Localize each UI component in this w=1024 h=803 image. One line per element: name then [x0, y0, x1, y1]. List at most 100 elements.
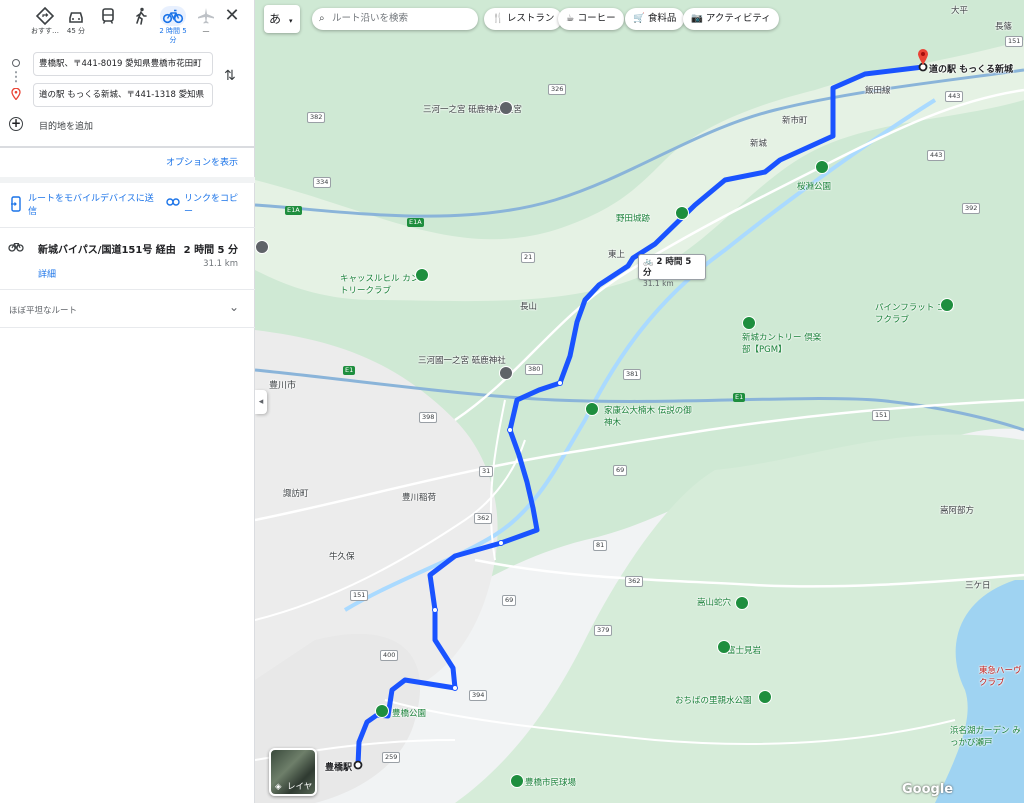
city-label[interactable]: 豊川市	[269, 378, 296, 391]
best-mode-button[interactable]: おすす…	[28, 6, 62, 36]
route-shield: 31	[479, 466, 494, 477]
place-label[interactable]: おちばの里親水公園	[675, 694, 752, 706]
place-label[interactable]: 新市町	[782, 114, 808, 126]
layers-icon: ◈	[275, 782, 282, 792]
place-label[interactable]: キャッスルヒル カントリークラブ	[340, 272, 420, 296]
transit-mode-button[interactable]	[91, 6, 125, 27]
golf-icon[interactable]	[415, 268, 429, 282]
place-label[interactable]: 浜名湖ガーデン みっかび瀬戸	[950, 724, 1022, 748]
shrine-icon[interactable]	[255, 240, 269, 254]
golf-icon[interactable]	[940, 298, 954, 312]
place-label[interactable]: 新城カントリー 倶楽部【PGM】	[742, 331, 822, 355]
expressway-shield: E1	[343, 366, 356, 375]
place-label[interactable]: 東上	[608, 248, 625, 260]
origin-marker-icon	[12, 59, 20, 67]
route-shield: 151	[872, 410, 891, 421]
park-icon[interactable]	[375, 704, 389, 718]
place-label[interactable]: 豊橋市民球場	[525, 776, 576, 788]
place-label[interactable]: 長山	[520, 300, 537, 312]
place-label[interactable]: 牛久保	[329, 550, 355, 562]
route-shield: 400	[380, 650, 399, 661]
place-label[interactable]: 東急ハーヴ クラブ	[979, 664, 1024, 688]
collapse-panel-button[interactable]: ◂	[255, 390, 267, 414]
route-shield: 69	[613, 465, 628, 476]
add-destination-label[interactable]: 目的地を追加	[39, 119, 93, 132]
place-label[interactable]: 家康公大楠木 伝説の御神木	[604, 404, 694, 428]
place-label[interactable]: 長篠	[995, 20, 1012, 32]
chip-activities[interactable]: 📷 アクティビティ	[683, 8, 779, 30]
place-label[interactable]: 桜淵公園	[797, 180, 831, 192]
search-icon: ⌕	[319, 13, 325, 24]
place-label[interactable]: 大平	[951, 4, 968, 16]
route-shield: 81	[593, 540, 608, 551]
route-details-link[interactable]: 詳細	[38, 267, 56, 280]
route-shield: 380	[525, 364, 544, 375]
tree-icon[interactable]	[585, 402, 599, 416]
cycling-mode-button[interactable]: 2 時間 5 分	[156, 6, 190, 45]
route-title[interactable]: 新城バイパス/国道151号 経由	[38, 241, 176, 256]
route-waypoint	[452, 685, 458, 691]
place-label[interactable]: 諏訪町	[283, 487, 309, 499]
park-icon[interactable]	[675, 206, 689, 220]
place-label[interactable]: 豊橋公園	[392, 707, 426, 719]
place-label[interactable]: 富士見岩	[727, 644, 761, 656]
close-icon[interactable]: ✕	[222, 6, 242, 26]
park-icon[interactable]	[735, 596, 749, 610]
shrine-icon[interactable]	[499, 101, 513, 115]
cart-icon: 🛒	[633, 13, 645, 24]
route-distance: 31.1 km	[203, 259, 238, 269]
place-label[interactable]: 三河國一之宮 砥鹿神社	[418, 354, 506, 366]
park-icon[interactable]	[758, 690, 772, 704]
stadium-icon[interactable]	[510, 774, 524, 788]
end-label[interactable]: 道の駅 もっくる新城	[929, 62, 1013, 75]
origin-input[interactable]: 豊橋駅、〒441-8019 愛知県豊橋市花田町	[33, 52, 213, 76]
swap-directions-icon[interactable]: ⇅	[224, 68, 240, 86]
park-icon[interactable]	[717, 640, 731, 654]
route-callout[interactable]: 🚲 2 時間 5 分 31.1 km	[638, 254, 706, 288]
layers-button[interactable]: ◈ レイヤ	[269, 748, 317, 796]
send-to-device-label: ルートをモバイルデバイスに送信	[28, 194, 154, 217]
flight-mode-button[interactable]: —	[189, 6, 223, 36]
route-waypoint	[507, 427, 513, 433]
place-label[interactable]: 嵩阿部方	[940, 504, 974, 516]
place-label[interactable]: 豊川稲荷	[402, 491, 436, 503]
route-shield: 69	[502, 595, 517, 606]
walking-mode-button[interactable]	[124, 6, 158, 27]
search-along-route-input[interactable]: ⌕ ルート沿いを検索	[312, 8, 478, 30]
park-icon[interactable]	[815, 160, 829, 174]
place-label[interactable]: 飯田線	[865, 84, 891, 96]
add-destination-icon[interactable]: +	[9, 117, 23, 131]
route-time: 2 時間 5 分	[183, 245, 238, 256]
airplane-icon	[198, 8, 214, 24]
place-label[interactable]: 野田城跡	[616, 212, 650, 224]
route-dots-icon	[15, 70, 17, 84]
show-options-link[interactable]: オプションを表示	[166, 155, 238, 168]
shrine-icon[interactable]	[499, 366, 513, 380]
expressway-shield: E1A	[285, 206, 302, 215]
chevron-down-icon[interactable]: ⌄	[229, 300, 239, 314]
divider	[0, 177, 255, 183]
expressway-shield: E1A	[407, 218, 424, 227]
route-waypoint	[432, 607, 438, 613]
place-label[interactable]: 嵩山蛇穴	[697, 596, 731, 608]
map-canvas[interactable]: あ ▾ ⌕ ルート沿いを検索 🍴 レストラン ☕ コーヒー 🛒 食料品 📷 アクテ…	[255, 0, 1024, 803]
chip-coffee[interactable]: ☕ コーヒー	[558, 8, 624, 30]
route-shield: 443	[945, 91, 964, 102]
destination-input[interactable]: 道の駅 もっくる新城、〒441-1318 愛知県	[33, 83, 213, 107]
place-label[interactable]: 三ケ日	[965, 579, 991, 591]
driving-mode-button[interactable]: 45 分	[59, 6, 93, 36]
golf-icon[interactable]	[742, 316, 756, 330]
chip-restaurant[interactable]: 🍴 レストラン	[484, 8, 563, 30]
route-start-marker	[353, 760, 363, 770]
start-label[interactable]: 豊橋駅	[325, 760, 352, 773]
place-label[interactable]: 新城	[750, 137, 767, 149]
chip-grocery[interactable]: 🛒 食料品	[625, 8, 685, 30]
send-to-phone-icon	[11, 196, 21, 212]
language-button[interactable]: あ ▾	[264, 5, 300, 33]
route-shield: 151	[1005, 36, 1024, 47]
fork-knife-icon: 🍴	[492, 13, 504, 24]
diamond-route-icon	[35, 6, 55, 26]
divider	[0, 227, 255, 228]
route-shield: 382	[307, 112, 326, 123]
route-shield: 394	[469, 690, 488, 701]
